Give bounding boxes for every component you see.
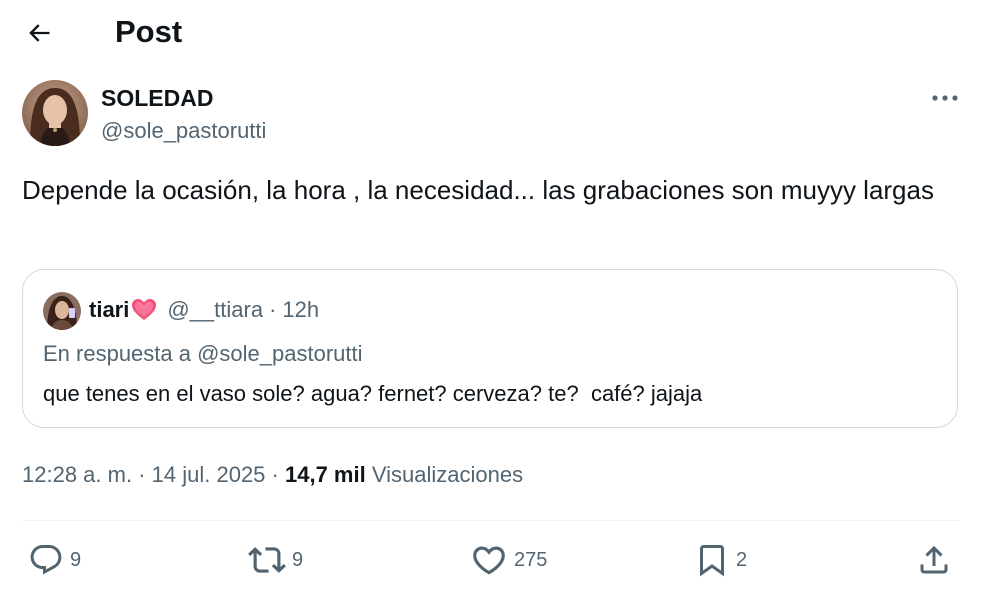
meta-separator: · (271, 462, 285, 487)
quote-author-handle[interactable]: @__ttiara (167, 294, 263, 326)
quoted-tweet-card[interactable]: tiari @__ttiara · 12h En respuesta a @so… (22, 269, 958, 428)
tweet-date[interactable]: 14 jul. 2025 (152, 462, 266, 487)
bookmark-count: 2 (736, 548, 748, 571)
repost-icon (248, 547, 286, 573)
tweet-text: Depende la ocasión, la hora , la necesid… (22, 175, 934, 205)
page-title: Post (115, 14, 183, 49)
arrow-left-icon (29, 24, 50, 42)
author-handle[interactable]: @sole_pastorutti (101, 116, 266, 146)
reply-count: 9 (70, 548, 82, 571)
heart-icon (473, 546, 505, 575)
bookmark-icon (700, 545, 724, 577)
like-count: 275 (514, 548, 548, 571)
back-button[interactable] (22, 16, 56, 50)
share-button[interactable] (916, 540, 952, 580)
tweet-meta: 12:28 a. m. · 14 jul. 2025 · 14,7 mil Vi… (22, 459, 523, 491)
quote-author-name[interactable]: tiari (89, 294, 129, 326)
like-button[interactable]: 275 (470, 540, 547, 580)
tweet-time[interactable]: 12:28 a. m. (22, 462, 132, 487)
avatar[interactable] (22, 80, 88, 146)
quote-text: que tenes en el vaso sole? agua? fernet?… (43, 381, 703, 406)
views-label: Visualizaciones (371, 462, 524, 487)
heart-emoji-icon (131, 298, 157, 322)
divider (22, 520, 960, 521)
meta-separator: · (138, 462, 152, 487)
quote-separator: · (269, 297, 277, 322)
quote-avatar-image (43, 292, 81, 330)
author-name[interactable]: SOLEDAD (101, 83, 213, 113)
quote-timestamp[interactable]: 12h (282, 294, 319, 326)
avatar-image (22, 80, 88, 146)
bookmark-button[interactable]: 2 (694, 540, 747, 580)
repost-button[interactable]: 9 (248, 540, 303, 580)
more-button[interactable] (928, 86, 962, 110)
reply-button[interactable]: 9 (28, 540, 81, 580)
header: Post (0, 0, 1000, 64)
reply-icon (30, 545, 62, 575)
reply-context: En respuesta a @sole_pastorutti (43, 341, 363, 366)
repost-count: 9 (292, 548, 304, 571)
quote-author-row: tiari @__ttiara · 12h (89, 294, 319, 326)
share-icon (920, 545, 948, 574)
views-count: 14,7 mil (285, 462, 366, 487)
post-page: Post SOLEDAD @sole_pastorutti Depende la… (0, 0, 1000, 601)
quote-avatar[interactable] (43, 292, 81, 330)
more-horizontal-icon (932, 95, 958, 101)
action-bar: 9 9 275 2 (0, 540, 1000, 580)
